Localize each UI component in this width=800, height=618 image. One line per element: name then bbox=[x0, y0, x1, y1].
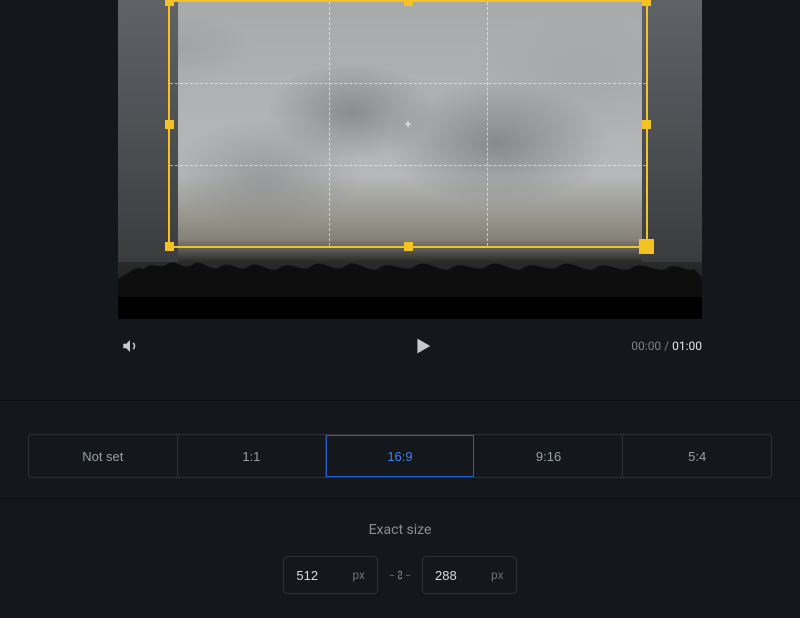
link-icon bbox=[396, 567, 404, 583]
play-icon bbox=[411, 335, 433, 357]
video-pillar-left bbox=[118, 0, 178, 262]
play-button[interactable] bbox=[407, 331, 437, 361]
width-field[interactable]: px bbox=[283, 556, 378, 594]
playback-time: 00:00 / 01:00 bbox=[631, 339, 702, 353]
exact-size-row: px px bbox=[0, 556, 800, 594]
video-pillar-right bbox=[642, 0, 702, 262]
playback-bar: 00:00 / 01:00 bbox=[118, 328, 702, 364]
volume-button[interactable] bbox=[118, 334, 142, 358]
height-field[interactable]: px bbox=[422, 556, 517, 594]
ratio-9-16[interactable]: 9:16 bbox=[475, 435, 624, 477]
time-current: 00:00 bbox=[631, 339, 661, 353]
ratio-not-set[interactable]: Not set bbox=[29, 435, 178, 477]
unit-label: px bbox=[491, 568, 504, 582]
divider bbox=[0, 498, 800, 499]
time-total: 01:00 bbox=[672, 339, 702, 353]
ratio-16-9[interactable]: 16:9 bbox=[326, 435, 475, 477]
exact-size-label: Exact size bbox=[0, 522, 800, 538]
divider bbox=[0, 400, 800, 401]
volume-icon bbox=[121, 337, 139, 355]
video-tree-silhouette bbox=[118, 255, 702, 297]
time-separator: / bbox=[664, 339, 669, 353]
video-black-bar bbox=[118, 297, 702, 319]
ratio-1-1[interactable]: 1:1 bbox=[178, 435, 327, 477]
video-preview[interactable] bbox=[118, 0, 702, 319]
height-input[interactable] bbox=[435, 568, 475, 583]
aspect-ratio-segmented: Not set 1:1 16:9 9:16 5:4 bbox=[28, 434, 772, 478]
ratio-5-4[interactable]: 5:4 bbox=[623, 435, 771, 477]
width-input[interactable] bbox=[296, 568, 336, 583]
crop-editor-root: + 00:00 / 01:00 bbox=[0, 0, 800, 618]
link-dimensions-toggle[interactable] bbox=[390, 563, 410, 587]
unit-label: px bbox=[352, 568, 365, 582]
